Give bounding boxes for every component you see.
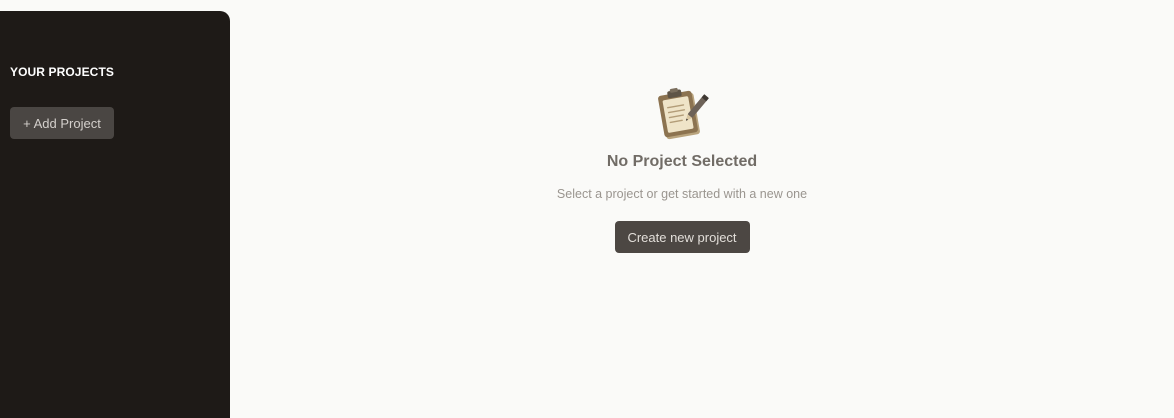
empty-state-title: No Project Selected xyxy=(606,153,758,170)
empty-state-subtitle: Select a project or get started with a n… xyxy=(556,187,808,201)
empty-state: No Project Selected Select a project or … xyxy=(230,86,1134,253)
create-project-button[interactable]: Create new project xyxy=(614,221,750,253)
sidebar-heading: YOUR PROJECTS xyxy=(10,65,114,79)
main-content: No Project Selected Select a project or … xyxy=(230,0,1174,418)
app-root: YOUR PROJECTS + Add Project No Project S… xyxy=(0,0,1174,418)
add-project-button[interactable]: + Add Project xyxy=(10,107,114,139)
clipboard-pencil-icon xyxy=(658,87,709,140)
sidebar: YOUR PROJECTS + Add Project xyxy=(0,11,230,418)
